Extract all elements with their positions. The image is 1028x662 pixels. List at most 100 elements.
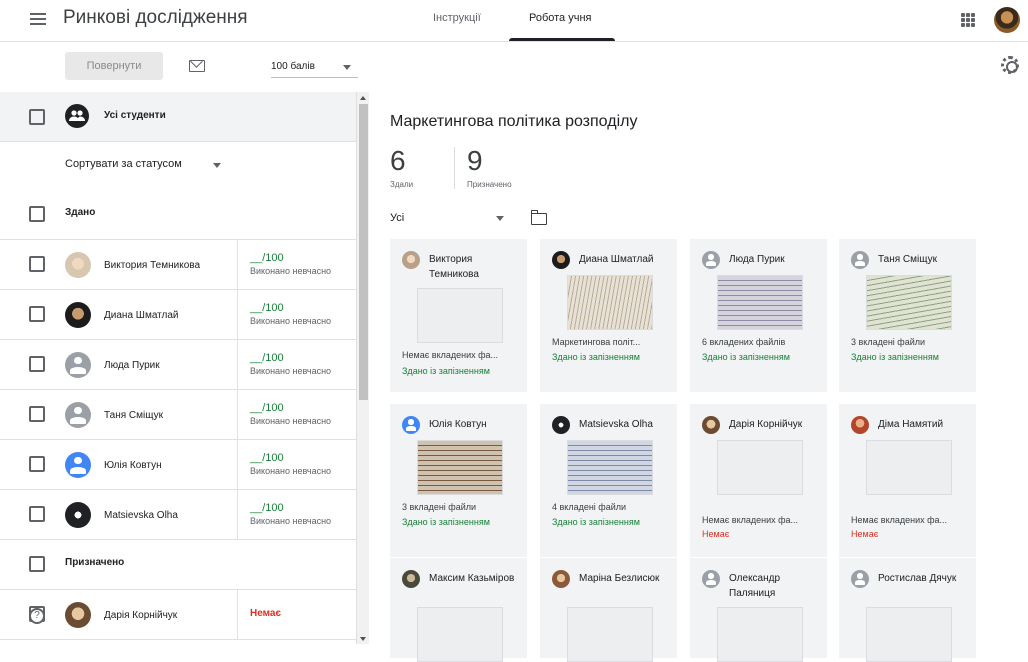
status-late: Здано із запізненням	[402, 517, 490, 527]
student-row[interactable]: Дарія Корнійчук Немає	[0, 590, 356, 640]
card-student-name: Діма Намятий	[878, 419, 944, 430]
gear-icon[interactable]	[1001, 56, 1019, 74]
student-work-card[interactable]: Діма Намятий Немає вкладених фа... Немає	[839, 404, 976, 557]
student-work-card[interactable]: Юлія Ковтун 3 вкладені файли Здано із запі…	[390, 404, 527, 557]
student-work-card[interactable]: Диана Шматлай Маркетингова політ... Здано …	[540, 239, 677, 392]
checkbox[interactable]	[29, 506, 45, 522]
class-title[interactable]: Ринкові дослідження	[63, 7, 248, 29]
student-work-card[interactable]: Matsievska Olha 4 вкладені файли Здано із …	[540, 404, 677, 557]
assigned-label: Призначено	[467, 180, 512, 189]
student-row[interactable]: Таня Сміщук __/100 Виконано невчасно	[0, 390, 356, 440]
attachment-thumbnail[interactable]	[866, 440, 952, 495]
avatar	[851, 416, 869, 434]
checkbox[interactable]	[29, 109, 45, 125]
filter-value: Усі	[390, 212, 405, 224]
student-name: Юлія Ковтун	[104, 460, 162, 471]
checkbox[interactable]	[29, 206, 45, 222]
grade-input[interactable]: __/100	[250, 302, 284, 314]
attachment-summary: 4 вкладені файли	[552, 502, 627, 512]
card-student-name: Дарія Корнійчук	[729, 419, 803, 430]
grade-input[interactable]: __/100	[250, 452, 284, 464]
avatar	[702, 251, 720, 269]
group-assigned-row[interactable]: Призначено	[0, 540, 356, 590]
attachment-summary: Немає вкладених фа...	[851, 515, 948, 525]
grade-column-divider	[237, 390, 238, 439]
student-row[interactable]: Matsievska Olha __/100 Виконано невчасно	[0, 490, 356, 540]
checkbox[interactable]	[29, 556, 45, 572]
scroll-down-icon[interactable]	[360, 637, 366, 641]
chevron-down-icon	[343, 65, 351, 70]
attachment-thumbnail[interactable]	[717, 440, 803, 495]
attachment-thumbnail[interactable]	[567, 440, 653, 495]
points-select[interactable]: 100 балів	[271, 56, 358, 78]
apps-grid-icon[interactable]	[961, 13, 975, 27]
attachment-thumbnail[interactable]	[567, 275, 653, 330]
avatar	[65, 502, 91, 528]
student-row[interactable]: Диана Шматлай __/100 Виконано невчасно	[0, 290, 356, 340]
avatar	[702, 416, 720, 434]
avatar	[65, 452, 91, 478]
grade-input[interactable]: __/100	[250, 502, 284, 514]
student-work-card[interactable]: Маріна Безлисюк	[540, 558, 677, 662]
student-work-card[interactable]: Ростислав Дячук	[839, 558, 976, 662]
status-late: Здано із запізненням	[851, 352, 939, 362]
filter-select[interactable]: Усі	[390, 208, 506, 228]
student-row[interactable]: Виктория Темникова __/100 Виконано невчасн…	[0, 240, 356, 290]
student-name: Виктория Темникова	[104, 260, 201, 271]
scrollbar-thumb[interactable]	[359, 104, 368, 400]
tab-student-work[interactable]: Робота учня	[529, 12, 592, 24]
attachment-thumbnail[interactable]	[417, 607, 503, 662]
attachment-thumbnail[interactable]	[567, 607, 653, 662]
attachment-thumbnail[interactable]	[417, 440, 503, 495]
grade-column-divider	[237, 240, 238, 289]
all-students-row[interactable]: Усі студенти	[0, 92, 356, 142]
account-avatar[interactable]	[994, 7, 1020, 33]
help-icon[interactable]: ?	[29, 608, 45, 624]
grade-input[interactable]: __/100	[250, 252, 284, 264]
card-student-name: Виктория Темникова	[429, 254, 479, 280]
student-name: Диана Шматлай	[104, 310, 179, 321]
late-status: Виконано невчасно	[250, 466, 332, 476]
group-icon	[65, 104, 89, 128]
grade-input[interactable]: __/100	[250, 352, 284, 364]
return-button[interactable]: Повернути	[65, 52, 163, 80]
scroll-up-icon[interactable]	[360, 96, 366, 100]
folder-icon[interactable]	[530, 210, 547, 225]
late-status: Виконано невчасно	[250, 516, 332, 526]
student-work-card[interactable]: Дарія Корнійчук Немає вкладених фа... Нема…	[690, 404, 827, 557]
late-status: Виконано невчасно	[250, 416, 332, 426]
avatar	[402, 416, 420, 434]
checkbox[interactable]	[29, 456, 45, 472]
checkbox[interactable]	[29, 306, 45, 322]
attachment-thumbnail[interactable]	[866, 275, 952, 330]
student-work-card[interactable]: Люда Пурик 6 вкладених файлів Здано із зап…	[690, 239, 827, 392]
group-submitted-row[interactable]: Здано	[0, 190, 356, 240]
student-name: Дарія Корнійчук	[104, 610, 178, 621]
avatar	[851, 251, 869, 269]
attachment-summary: Немає вкладених фа...	[702, 515, 799, 525]
attachment-thumbnail[interactable]	[717, 275, 803, 330]
menu-icon[interactable]	[30, 13, 46, 25]
checkbox[interactable]	[29, 406, 45, 422]
student-work-card[interactable]: Виктория Темникова Немає вкладених фа... З…	[390, 239, 527, 392]
attachment-thumbnail[interactable]	[866, 607, 952, 662]
student-work-card[interactable]: Таня Сміщук 3 вкладені файли Здано із запі…	[839, 239, 976, 392]
late-status: Виконано невчасно	[250, 266, 332, 276]
student-row[interactable]: Люда Пурик __/100 Виконано невчасно	[0, 340, 356, 390]
attachment-thumbnail[interactable]	[717, 607, 803, 662]
mail-icon[interactable]	[189, 60, 205, 72]
checkbox[interactable]	[29, 256, 45, 272]
submitted-label: Здали	[390, 180, 414, 189]
grade-column-divider	[237, 290, 238, 339]
student-work-card[interactable]: Олександр Паляниця	[690, 558, 827, 662]
avatar	[702, 570, 720, 588]
card-student-name: Маріна Безлисюк	[579, 573, 660, 584]
student-name: Matsievska Olha	[104, 510, 178, 521]
sort-select[interactable]: Сортувати за статусом	[0, 142, 356, 190]
grade-input[interactable]: __/100	[250, 402, 284, 414]
checkbox[interactable]	[29, 356, 45, 372]
student-row[interactable]: Юлія Ковтун __/100 Виконано невчасно	[0, 440, 356, 490]
student-work-card[interactable]: Максим Казьміров	[390, 558, 527, 662]
attachment-thumbnail[interactable]	[417, 288, 503, 343]
tab-instructions[interactable]: Інструкції	[433, 12, 481, 24]
